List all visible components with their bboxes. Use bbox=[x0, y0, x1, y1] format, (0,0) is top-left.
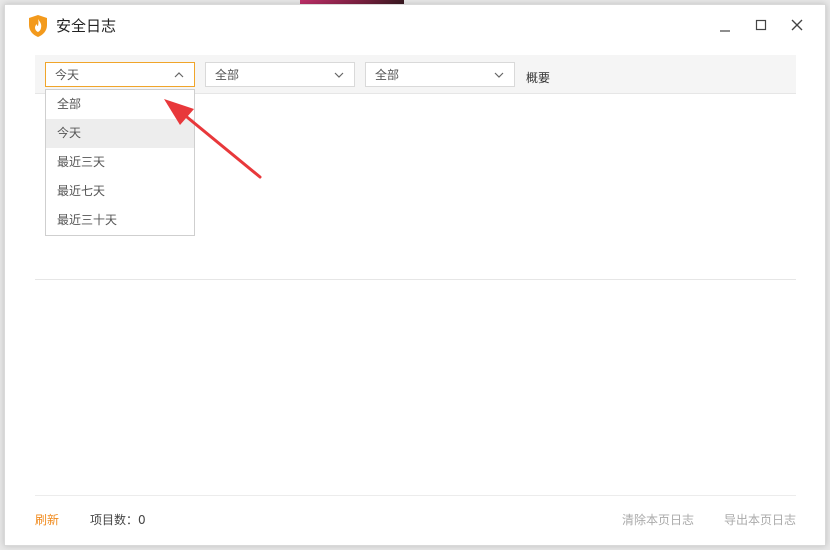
level-filter-select[interactable]: 全部 bbox=[365, 62, 515, 87]
dropdown-option-last-30-days[interactable]: 最近三十天 bbox=[46, 206, 194, 235]
refresh-link[interactable]: 刷新 bbox=[35, 512, 59, 528]
type-filter-value: 全部 bbox=[215, 68, 240, 82]
close-button[interactable] bbox=[785, 15, 809, 37]
title-bar[interactable]: 安全日志 bbox=[5, 5, 825, 47]
minimize-icon bbox=[720, 30, 730, 32]
summary-column-header: 概要 bbox=[526, 71, 551, 85]
chevron-down-icon bbox=[494, 72, 504, 78]
list-divider bbox=[35, 279, 796, 280]
shield-logo-icon bbox=[29, 15, 47, 37]
chevron-up-icon bbox=[174, 72, 184, 78]
maximize-icon bbox=[755, 19, 767, 31]
chevron-down-icon bbox=[334, 72, 344, 78]
item-count: 项目数：0 bbox=[90, 513, 146, 527]
level-filter-value: 全部 bbox=[375, 68, 400, 82]
maximize-button[interactable] bbox=[749, 15, 773, 37]
minimize-button[interactable] bbox=[713, 15, 737, 37]
close-icon bbox=[791, 19, 803, 31]
export-page-log-link[interactable]: 导出本页日志 bbox=[724, 512, 796, 528]
footer-divider bbox=[35, 495, 796, 496]
type-filter-select[interactable]: 全部 bbox=[205, 62, 355, 87]
clear-page-log-link[interactable]: 清除本页日志 bbox=[622, 512, 694, 528]
annotation-arrow-icon bbox=[164, 99, 262, 179]
date-filter-value: 今天 bbox=[55, 68, 80, 82]
window-title: 安全日志 bbox=[56, 17, 117, 35]
date-filter-select[interactable]: 今天 bbox=[45, 62, 195, 87]
security-log-window: 安全日志 今天 全部 全部 概要 全部 今天 最近三天 最近七天 最近三十天 刷… bbox=[4, 4, 826, 546]
